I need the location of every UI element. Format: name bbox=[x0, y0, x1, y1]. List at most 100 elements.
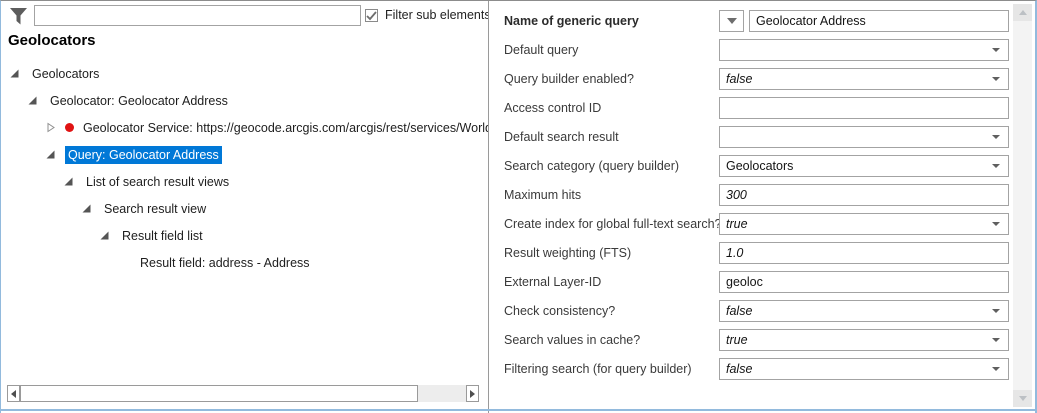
property-row-name-of-generic-query: Name of generic query bbox=[504, 6, 1014, 35]
property-row-create-index-for-global-full-text-search: Create index for global full-text search… bbox=[504, 209, 1014, 238]
horizontal-scrollbar-track[interactable] bbox=[418, 385, 466, 402]
error-dot-icon bbox=[65, 123, 74, 132]
check-consistency-dropdown[interactable]: false bbox=[719, 299, 1009, 322]
tree: Geolocators Geolocator: Geolocator Addres… bbox=[1, 60, 488, 276]
property-label: Default search result bbox=[504, 129, 619, 144]
filter-sub-elements-checkbox[interactable] bbox=[365, 9, 378, 22]
chevron-down-icon bbox=[992, 163, 1000, 168]
tree-item-label: Query: Geolocator Address bbox=[65, 145, 222, 164]
create-index-for-global-full-text-search-dropdown[interactable]: true bbox=[719, 212, 1009, 235]
dropdown-value: false bbox=[726, 71, 753, 86]
chevron-down-icon bbox=[992, 366, 1000, 371]
property-row-search-category-query-builder: Search category (query builder) Geolocato… bbox=[504, 151, 1014, 180]
property-control-area: false bbox=[719, 357, 1009, 380]
vertical-scrollbar[interactable] bbox=[1013, 4, 1032, 407]
property-label: Create index for global full-text search… bbox=[504, 216, 719, 231]
scroll-left-button[interactable] bbox=[7, 385, 20, 402]
scroll-right-button[interactable] bbox=[466, 385, 479, 402]
property-control-area bbox=[719, 96, 1009, 119]
name-of-generic-query-dropdown-button[interactable] bbox=[719, 9, 744, 32]
scroll-up-button[interactable] bbox=[1013, 4, 1032, 21]
dropdown-value: false bbox=[726, 361, 753, 376]
collapse-icon[interactable] bbox=[63, 176, 74, 187]
query-builder-enabled-dropdown[interactable]: false bbox=[719, 67, 1009, 90]
vertical-scrollbar-track[interactable] bbox=[1013, 21, 1032, 390]
scroll-down-button[interactable] bbox=[1013, 390, 1032, 407]
tree-item-list-of-search-result-views[interactable]: List of search result views bbox=[1, 168, 488, 195]
chevron-down-icon bbox=[992, 76, 1000, 81]
tree-item-geolocator-service-https-geocode-arcgis-[interactable]: Geolocator Service: https://geocode.arcg… bbox=[1, 114, 488, 141]
horizontal-scrollbar[interactable] bbox=[7, 385, 479, 402]
tree-panel: Filter sub elements Geolocators Geolocat… bbox=[1, 1, 488, 413]
tree-item-label: Geolocators bbox=[32, 66, 100, 81]
property-control-area bbox=[719, 241, 1009, 264]
dropdown-value: true bbox=[726, 216, 748, 231]
property-label: Filtering search (for query builder) bbox=[504, 361, 692, 376]
property-label: Search values in cache? bbox=[504, 332, 641, 347]
filtering-search-for-query-builder-dropdown[interactable]: false bbox=[719, 357, 1009, 380]
tree-item-geolocator-geolocator-address[interactable]: Geolocator: Geolocator Address bbox=[1, 87, 488, 114]
tree-item-label: Geolocator: Geolocator Address bbox=[50, 93, 228, 108]
property-label: Check consistency? bbox=[504, 303, 616, 318]
property-row-result-weighting-fts: Result weighting (FTS) bbox=[504, 238, 1014, 267]
external-layer-id-input[interactable] bbox=[719, 270, 1009, 293]
property-label: Name of generic query bbox=[504, 13, 639, 28]
chevron-down-icon bbox=[726, 17, 737, 24]
collapse-icon[interactable] bbox=[9, 68, 20, 79]
search-values-in-cache-dropdown[interactable]: true bbox=[719, 328, 1009, 351]
property-row-external-layer-id: External Layer-ID bbox=[504, 267, 1014, 296]
property-label: Maximum hits bbox=[504, 187, 582, 202]
arrow-up-icon bbox=[1018, 10, 1027, 15]
collapse-icon[interactable] bbox=[27, 95, 38, 106]
arrow-left-icon bbox=[11, 389, 16, 398]
expand-icon[interactable] bbox=[45, 122, 56, 133]
tree-item-label: List of search result views bbox=[86, 174, 230, 189]
dropdown-value: false bbox=[726, 303, 753, 318]
maximum-hits-input[interactable] bbox=[719, 183, 1009, 206]
collapse-icon[interactable] bbox=[45, 149, 56, 160]
filter-input[interactable] bbox=[34, 5, 361, 26]
property-label: Query builder enabled? bbox=[504, 71, 634, 86]
chevron-down-icon bbox=[992, 134, 1000, 139]
arrow-down-icon bbox=[1018, 396, 1027, 401]
chevron-down-icon bbox=[992, 308, 1000, 313]
property-row-access-control-id: Access control ID bbox=[504, 93, 1014, 122]
collapse-icon[interactable] bbox=[81, 203, 92, 214]
property-rows: Name of generic query Default query Query … bbox=[490, 2, 1014, 383]
property-control-area bbox=[719, 183, 1009, 206]
property-control-area bbox=[719, 270, 1009, 293]
horizontal-scrollbar-thumb[interactable] bbox=[20, 385, 418, 402]
panel-divider bbox=[488, 1, 489, 413]
tree-item-label: Search result view bbox=[104, 201, 207, 216]
window-bottom-border bbox=[1, 409, 1035, 411]
default-search-result-dropdown[interactable] bbox=[719, 125, 1009, 148]
filter-funnel-icon bbox=[9, 7, 28, 32]
default-query-dropdown[interactable] bbox=[719, 38, 1009, 61]
tree-item-result-field-address-address[interactable]: Result field: address - Address bbox=[1, 249, 488, 276]
chevron-down-icon bbox=[992, 337, 1000, 342]
property-row-filtering-search-for-query-builder: Filtering search (for query builder) fals… bbox=[504, 354, 1014, 383]
property-control-area: Geolocators bbox=[719, 154, 1009, 177]
property-control-area: false bbox=[719, 67, 1009, 90]
property-control-area bbox=[719, 125, 1009, 148]
property-control-area: true bbox=[719, 212, 1009, 235]
chevron-down-icon bbox=[992, 221, 1000, 226]
tree-item-query-geolocator-address[interactable]: Query: Geolocator Address bbox=[1, 141, 488, 168]
result-weighting-fts-input[interactable] bbox=[719, 241, 1009, 264]
access-control-id-input[interactable] bbox=[719, 96, 1009, 119]
panel-title: Geolocators bbox=[8, 32, 96, 49]
tree-item-search-result-view[interactable]: Search result view bbox=[1, 195, 488, 222]
search-category-query-builder-dropdown[interactable]: Geolocators bbox=[719, 154, 1009, 177]
tree-item-result-field-list[interactable]: Result field list bbox=[1, 222, 488, 249]
name-of-generic-query-input[interactable] bbox=[749, 9, 1009, 32]
property-row-search-values-in-cache: Search values in cache? true bbox=[504, 325, 1014, 354]
property-label: Default query bbox=[504, 42, 579, 57]
tree-item-geolocators[interactable]: Geolocators bbox=[1, 60, 488, 87]
dropdown-value: true bbox=[726, 332, 748, 347]
property-control-area: true bbox=[719, 328, 1009, 351]
chevron-down-icon bbox=[992, 47, 1000, 52]
checkmark-icon bbox=[366, 10, 377, 20]
filter-checkbox-label: Filter sub elements bbox=[385, 8, 488, 22]
properties-panel: Name of generic query Default query Query … bbox=[490, 2, 1014, 383]
collapse-icon[interactable] bbox=[99, 230, 110, 241]
